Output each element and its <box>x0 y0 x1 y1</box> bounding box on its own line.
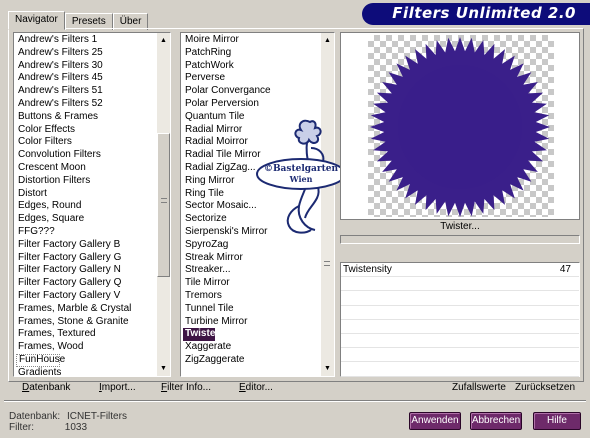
scroll-up-arrow[interactable]: ▲ <box>321 34 334 47</box>
category-list-item[interactable]: Color Effects <box>14 124 170 137</box>
category-list-item[interactable]: Filter Factory Gallery V <box>14 290 170 303</box>
reset-button[interactable]: Zurücksetzen <box>515 382 575 393</box>
tab-navigator[interactable]: Navigator <box>8 11 65 30</box>
filter-list-item[interactable]: Perverse <box>181 72 334 85</box>
category-list-item[interactable]: Color Filters <box>14 136 170 149</box>
filter-list-item[interactable]: Polar Perversion <box>181 98 334 111</box>
category-list-item[interactable]: Andrew's Filters 52 <box>14 98 170 111</box>
category-list-item[interactable]: Gradients <box>14 367 170 376</box>
category-list-item[interactable]: Filter Factory Gallery B <box>14 239 170 252</box>
scroll-down-arrow[interactable]: ▼ <box>321 362 334 375</box>
parameter-row[interactable] <box>341 291 579 306</box>
category-list-item[interactable]: Frames, Marble & Crystal <box>14 303 170 316</box>
parameter-row[interactable] <box>341 362 579 377</box>
category-list-item[interactable]: Edges, Round <box>14 200 170 213</box>
category-list-item[interactable]: Filter Factory Gallery N <box>14 264 170 277</box>
datenbank-button[interactable]: Datenbank <box>22 382 70 393</box>
parameter-value: 47 <box>559 264 571 275</box>
random-values-button[interactable]: Zufallswerte <box>452 382 506 393</box>
category-list-item[interactable]: FFG??? <box>14 226 170 239</box>
status-filter-count: Filter: 1033 <box>9 422 87 433</box>
filter-list-item[interactable]: Twister <box>183 328 219 342</box>
category-scrollbar[interactable]: ▲ ▼ <box>157 33 170 376</box>
watermark-logo: ©Bastelgarten Wien <box>256 119 346 234</box>
scroll-up-arrow[interactable]: ▲ <box>157 34 170 47</box>
preview-shape <box>370 37 550 217</box>
scroll-down-arrow[interactable]: ▼ <box>157 362 170 375</box>
category-list-item[interactable]: FunHouse <box>16 353 65 367</box>
progress-bar <box>340 235 580 244</box>
filter-list-item[interactable]: ZigZaggerate <box>181 354 334 367</box>
parameter-row[interactable] <box>341 334 579 349</box>
status-db-label: Datenbank: <box>9 411 61 422</box>
category-list-item[interactable]: Filter Factory Gallery G <box>14 252 170 265</box>
category-list-item[interactable]: Andrew's Filters 25 <box>14 47 170 60</box>
transparency-checkerboard <box>368 35 554 217</box>
starburst-core <box>398 65 522 189</box>
category-list-item[interactable]: Distort <box>14 188 170 201</box>
filter-list-item[interactable]: PatchWork <box>181 60 334 73</box>
category-list-item[interactable]: Distortion Filters <box>14 175 170 188</box>
filter-list-item[interactable]: Tunnel Tile <box>181 303 334 316</box>
parameter-row[interactable] <box>341 306 579 320</box>
category-list-item[interactable]: Frames, Textured <box>14 328 170 341</box>
category-list-item[interactable]: Filter Factory Gallery Q <box>14 277 170 290</box>
category-list-item[interactable]: Crescent Moon <box>14 162 170 175</box>
help-button[interactable]: Hilfe <box>533 412 581 430</box>
watermark-text-1: ©Bastelgarten <box>264 164 339 174</box>
editor-button[interactable]: Editor... <box>239 382 273 393</box>
parameter-row[interactable] <box>341 348 579 363</box>
filter-list-item[interactable]: Polar Convergance <box>181 85 334 98</box>
apply-button[interactable]: Anwenden <box>409 412 461 430</box>
preview-pane <box>340 32 580 220</box>
parameter-row[interactable]: Twistensity 47 <box>341 263 579 278</box>
category-list-item[interactable]: Andrew's Filters 51 <box>14 85 170 98</box>
scroll-thumb[interactable] <box>157 133 170 277</box>
filter-list-item[interactable]: Turbine Mirror <box>181 316 334 329</box>
filter-list-item[interactable]: Streak Mirror <box>181 252 334 265</box>
thumb-grip-icon <box>161 198 167 203</box>
status-db-value: ICNET-Filters <box>66 411 127 422</box>
category-list-item[interactable]: Frames, Stone & Granite <box>14 316 170 329</box>
filter-list-item[interactable]: Moire Mirror <box>181 34 334 47</box>
filter-info-button[interactable]: Filter Info... <box>161 382 211 393</box>
preview-filter-name: Twister... <box>440 221 480 232</box>
filter-list-item[interactable]: Tremors <box>181 290 334 303</box>
filter-list-item[interactable]: PatchRing <box>181 47 334 60</box>
cancel-button[interactable]: Abbrechen <box>470 412 522 430</box>
category-list-item[interactable]: Buttons & Frames <box>14 111 170 124</box>
filter-list-item[interactable]: Xaggerate <box>181 341 334 354</box>
parameter-row[interactable] <box>341 277 579 292</box>
filter-list-item[interactable]: Streaker... <box>181 264 334 277</box>
parameter-list: Twistensity 47 <box>340 262 580 377</box>
status-database: Datenbank: ICNET-Filters <box>9 411 127 422</box>
category-list-item[interactable]: Andrew's Filters 45 <box>14 72 170 85</box>
filter-list-item[interactable]: Tile Mirror <box>181 277 334 290</box>
category-list-item[interactable]: Convolution Filters <box>14 149 170 162</box>
category-list[interactable]: Andrew's Filters 1 Andrew's Filters 25 And… <box>13 32 171 377</box>
parameter-label: Twistensity <box>343 264 392 275</box>
filter-list-item[interactable]: SpyroZag <box>181 239 334 252</box>
category-list-item[interactable]: Andrew's Filters 1 <box>14 34 170 47</box>
category-list-item[interactable]: Frames, Wood <box>14 341 170 354</box>
status-filter-label: Filter: <box>9 422 34 433</box>
app-title: Filters Unlimited 2.0 <box>392 4 576 22</box>
import-button[interactable]: Import... <box>99 382 136 393</box>
category-list-item[interactable]: Andrew's Filters 30 <box>14 60 170 73</box>
title-banner: Filters Unlimited 2.0 <box>362 3 590 25</box>
divider <box>4 400 586 402</box>
parameter-row[interactable] <box>341 320 579 334</box>
thumb-grip-icon <box>324 261 330 266</box>
status-filter-value: 1033 <box>64 422 88 433</box>
watermark-text-2: Wien <box>289 174 313 184</box>
category-list-item[interactable]: Edges, Square <box>14 213 170 226</box>
tab-bar: Navigator Presets Über <box>8 11 149 30</box>
